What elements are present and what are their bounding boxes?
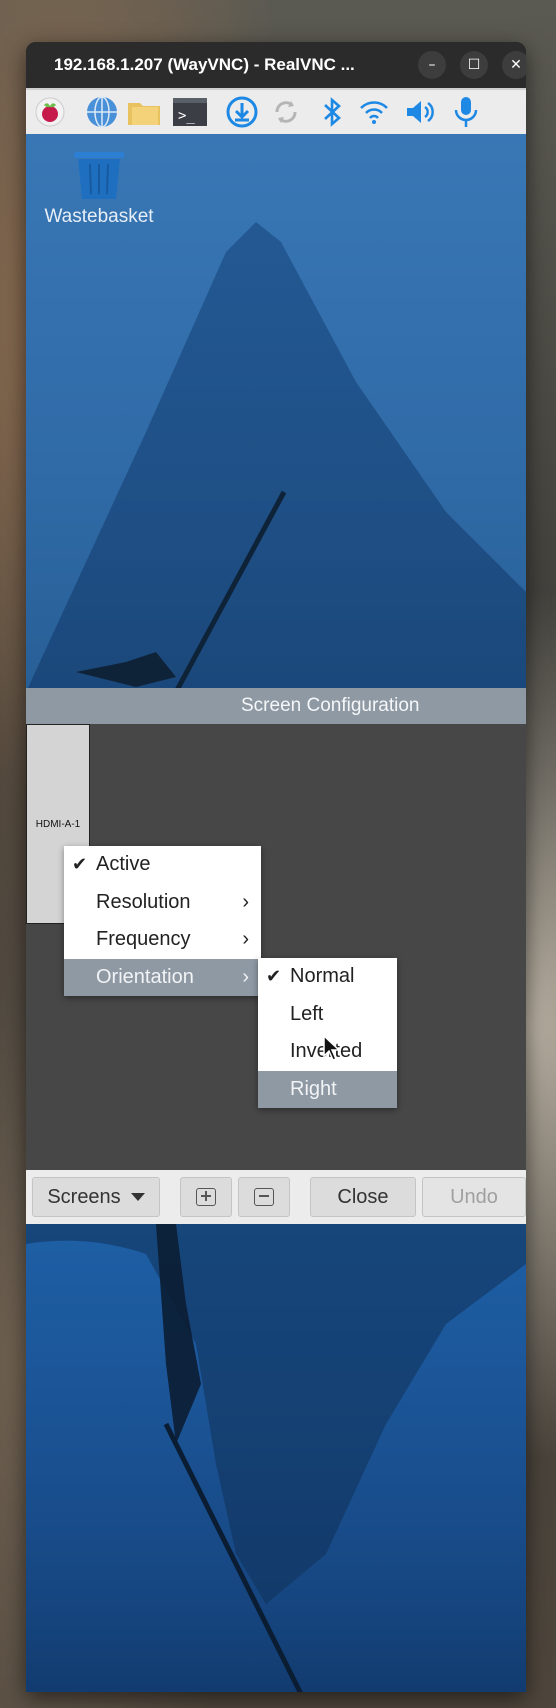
close-label: Close xyxy=(337,1185,389,1208)
window-title: 192.168.1.207 (WayVNC) - RealVNC ... xyxy=(54,55,355,74)
undo-label: Undo xyxy=(450,1185,498,1208)
menu-item-label: Resolution xyxy=(96,890,191,913)
monitor-label: HDMI-A-1 xyxy=(35,818,81,830)
chevron-right-icon: › xyxy=(242,890,249,913)
file-manager-icon[interactable] xyxy=(126,95,162,129)
chevron-right-icon: › xyxy=(242,928,249,950)
sync-icon[interactable] xyxy=(268,95,304,129)
menu-item-right[interactable]: Right xyxy=(258,1070,397,1108)
close-window-button[interactable]: ✕ xyxy=(502,51,526,79)
mouse-cursor-icon xyxy=(322,1034,342,1066)
chevron-right-icon: › xyxy=(242,965,249,988)
menu-item-label: Active xyxy=(96,853,151,875)
menu-item-left[interactable]: Left xyxy=(258,996,397,1034)
zoom-out-icon xyxy=(254,1188,274,1206)
orientation-submenu: ✔ Normal Left Inverted Right xyxy=(258,958,397,1108)
web-browser-icon[interactable] xyxy=(84,95,120,129)
chevron-down-icon xyxy=(130,1193,145,1201)
raspberry-menu-icon[interactable] xyxy=(32,95,68,129)
menu-item-resolution[interactable]: Resolution › xyxy=(64,884,261,922)
dialog-titlebar[interactable]: Screen Configuration xyxy=(26,688,526,724)
vnc-viewer-window: 192.168.1.207 (WayVNC) - RealVNC ... – ☐… xyxy=(26,42,526,1692)
menu-item-normal[interactable]: ✔ Normal xyxy=(258,958,397,996)
close-button[interactable]: Close xyxy=(310,1177,416,1217)
menu-item-active[interactable]: ✔ Active xyxy=(64,846,261,884)
checkmark-icon: ✔ xyxy=(266,966,282,986)
menu-item-label: Frequency xyxy=(96,928,191,950)
dialog-title: Screen Configuration xyxy=(241,695,420,716)
undo-button[interactable]: Undo xyxy=(422,1177,526,1217)
menu-item-label: Normal xyxy=(290,965,355,987)
menu-item-frequency[interactable]: Frequency › xyxy=(64,921,261,959)
zoom-out-button[interactable] xyxy=(238,1177,290,1217)
screens-label: Screens xyxy=(47,1185,121,1208)
menu-item-label: Left xyxy=(290,1002,324,1025)
menu-item-label: Right xyxy=(290,1077,337,1100)
zoom-in-button[interactable] xyxy=(180,1177,232,1217)
terminal-icon[interactable]: >_ xyxy=(172,95,208,129)
checkmark-icon: ✔ xyxy=(72,854,88,874)
monitor-context-menu: ✔ Active Resolution › Frequency › Orient… xyxy=(64,846,261,996)
wifi-icon[interactable] xyxy=(356,95,392,129)
minimize-button[interactable]: – xyxy=(418,51,446,79)
volume-icon[interactable] xyxy=(402,95,438,129)
dialog-button-bar: Screens Close Undo xyxy=(26,1170,526,1224)
wastebasket-desktop-icon[interactable]: Wastebasket xyxy=(44,150,154,228)
zoom-in-icon xyxy=(196,1188,216,1206)
updater-icon[interactable] xyxy=(224,95,260,129)
screens-menu-button[interactable]: Screens xyxy=(32,1177,160,1217)
taskbar: >_ xyxy=(26,88,526,134)
wastebasket-label: Wastebasket xyxy=(44,206,154,227)
menu-item-orientation[interactable]: Orientation › xyxy=(64,958,261,996)
microphone-icon[interactable] xyxy=(448,95,484,129)
maximize-button[interactable]: ☐ xyxy=(460,51,488,79)
menu-item-label: Orientation xyxy=(96,965,194,988)
trash-icon xyxy=(72,150,126,200)
terminal-prompt-glyph: >_ xyxy=(178,108,195,124)
wallpaper-reflection xyxy=(26,1224,526,1692)
window-titlebar[interactable]: 192.168.1.207 (WayVNC) - RealVNC ... – ☐… xyxy=(26,42,526,88)
remote-desktop[interactable]: >_ Wastebasket Screen Configuration HDMI… xyxy=(26,88,526,1692)
bluetooth-icon[interactable] xyxy=(314,95,350,129)
